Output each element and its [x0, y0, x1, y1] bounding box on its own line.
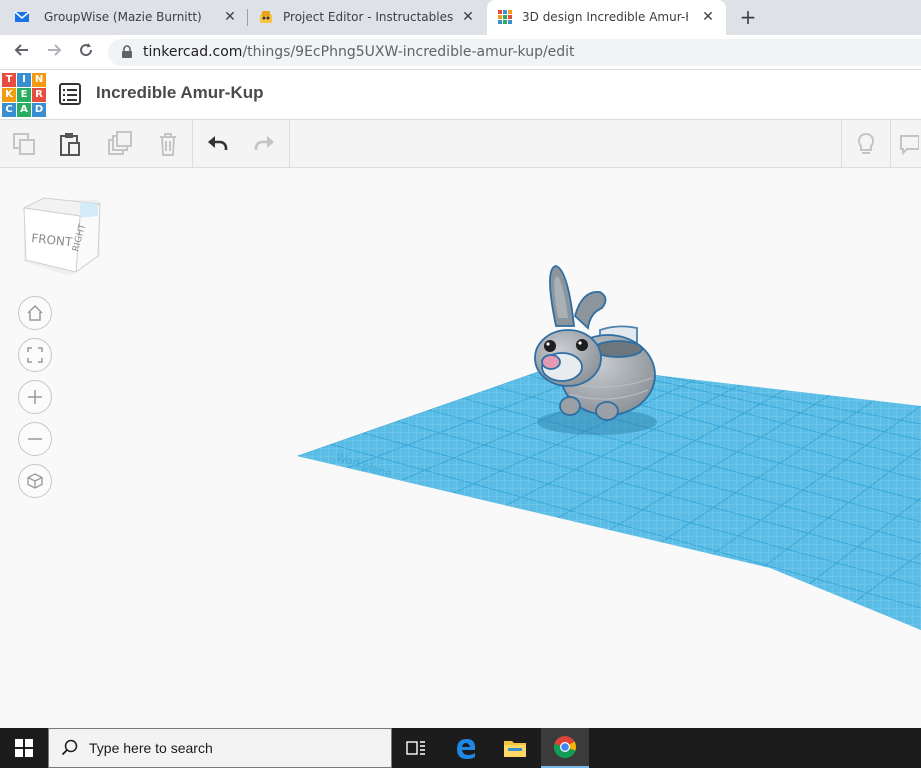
tinkercad-grid-icon [498, 10, 512, 24]
undo-button[interactable] [194, 120, 242, 168]
logo-letter: A [17, 103, 31, 117]
forward-button[interactable] [42, 41, 66, 65]
edge-icon [457, 739, 476, 759]
redo-icon [254, 136, 274, 150]
notes-button[interactable] [842, 120, 890, 168]
tab-tinkercad[interactable]: 3D design Incredible Amur-Kup | ✕ [487, 0, 726, 35]
search-placeholder: Type here to search [89, 740, 213, 756]
logo-letter: I [17, 73, 31, 87]
paste-button[interactable] [46, 120, 94, 168]
tab-title: 3D design Incredible Amur-Kup | [522, 10, 688, 24]
edit-toolbar [0, 120, 921, 168]
zoom-in-button[interactable] [18, 380, 52, 414]
tinkercad-logo[interactable]: T I N K E R C A D [2, 73, 46, 117]
delete-button[interactable] [144, 120, 192, 168]
home-icon [27, 304, 43, 321]
task-view-button[interactable] [392, 728, 440, 768]
tab-instructables[interactable]: Project Editor - Instructables ✕ [248, 0, 486, 35]
workplane-scene[interactable]: Workplane [0, 168, 921, 728]
task-view-icon [406, 741, 425, 755]
toolbar-divider [192, 120, 193, 168]
search-icon [61, 739, 78, 756]
paste-icon [60, 133, 80, 156]
3d-workspace[interactable]: Workplane FRONT RIGHT [0, 168, 921, 728]
design-title[interactable]: Incredible Amur-Kup [96, 83, 264, 103]
mail-icon [14, 11, 30, 22]
taskbar-search-box[interactable]: Type here to search [48, 728, 392, 768]
address-bar[interactable]: tinkercad.com/things/9EcPhng5UXW-incredi… [108, 39, 921, 66]
screen: GroupWise (Mazie Burnitt) ✕ Project Edit… [0, 0, 921, 768]
close-tab-icon[interactable]: ✕ [460, 9, 476, 25]
tab-title: GroupWise (Mazie Burnitt) [44, 10, 202, 24]
tab-title: Project Editor - Instructables [283, 10, 453, 24]
comment-button[interactable] [893, 120, 921, 168]
url-text: tinkercad.com/things/9EcPhng5UXW-incredi… [143, 44, 575, 60]
close-tab-icon[interactable]: ✕ [222, 9, 238, 25]
edge-browser-button[interactable] [442, 728, 490, 768]
logo-letter: E [17, 88, 31, 102]
chrome-icon [553, 736, 577, 759]
copy-icon [13, 133, 35, 155]
windows-logo-icon [15, 739, 33, 757]
lock-icon [122, 45, 132, 58]
url-path: /things/9EcPhng5UXW-incredible-amur-kup/… [242, 44, 575, 60]
perspective-toggle-button[interactable] [18, 464, 52, 498]
close-tab-icon[interactable]: ✕ [700, 9, 716, 25]
chrome-browser-button[interactable] [541, 728, 589, 768]
redo-button[interactable] [240, 120, 288, 168]
comment-icon [900, 135, 919, 156]
forward-arrow-icon [48, 44, 62, 56]
undo-icon [208, 136, 228, 150]
logo-letter: N [32, 73, 46, 87]
back-button[interactable] [10, 41, 34, 65]
toolbar-divider [289, 120, 290, 168]
file-explorer-button[interactable] [491, 728, 539, 768]
reload-icon [80, 43, 93, 57]
toolbar-divider [890, 120, 891, 168]
duplicate-icon [108, 131, 132, 155]
logo-letter: D [32, 103, 46, 117]
cube-icon [27, 473, 43, 489]
design-list-icon[interactable] [59, 83, 81, 105]
copy-button[interactable] [0, 120, 48, 168]
lightbulb-icon [857, 132, 875, 154]
logo-letter: T [2, 73, 16, 87]
browser-tab-strip: GroupWise (Mazie Burnitt) ✕ Project Edit… [0, 0, 921, 35]
fit-view-icon [27, 347, 43, 363]
zoom-out-button[interactable] [18, 422, 52, 456]
start-button[interactable] [0, 728, 48, 768]
tab-groupwise[interactable]: GroupWise (Mazie Burnitt) ✕ [0, 0, 246, 35]
browser-toolbar: tinkercad.com/things/9EcPhng5UXW-incredi… [0, 35, 921, 70]
logo-letter: K [2, 88, 16, 102]
home-view-button[interactable] [18, 296, 52, 330]
reload-button[interactable] [74, 41, 98, 65]
url-host: tinkercad.com [143, 44, 243, 60]
duplicate-button[interactable] [96, 120, 144, 168]
new-tab-button[interactable]: + [736, 6, 760, 30]
logo-letter: R [32, 88, 46, 102]
windows-taskbar: Type here to search [0, 728, 921, 768]
plus-icon [28, 390, 42, 404]
instructables-robot-icon [260, 11, 272, 23]
view-cube[interactable]: FRONT RIGHT [18, 194, 108, 284]
app-header: T I N K E R C A D Incredible Amur-Kup [0, 70, 921, 120]
folder-icon [504, 741, 526, 757]
fit-view-button[interactable] [18, 338, 52, 372]
minus-icon [28, 438, 42, 440]
trash-icon [160, 133, 176, 156]
logo-letter: C [2, 103, 16, 117]
back-arrow-icon [14, 44, 28, 56]
